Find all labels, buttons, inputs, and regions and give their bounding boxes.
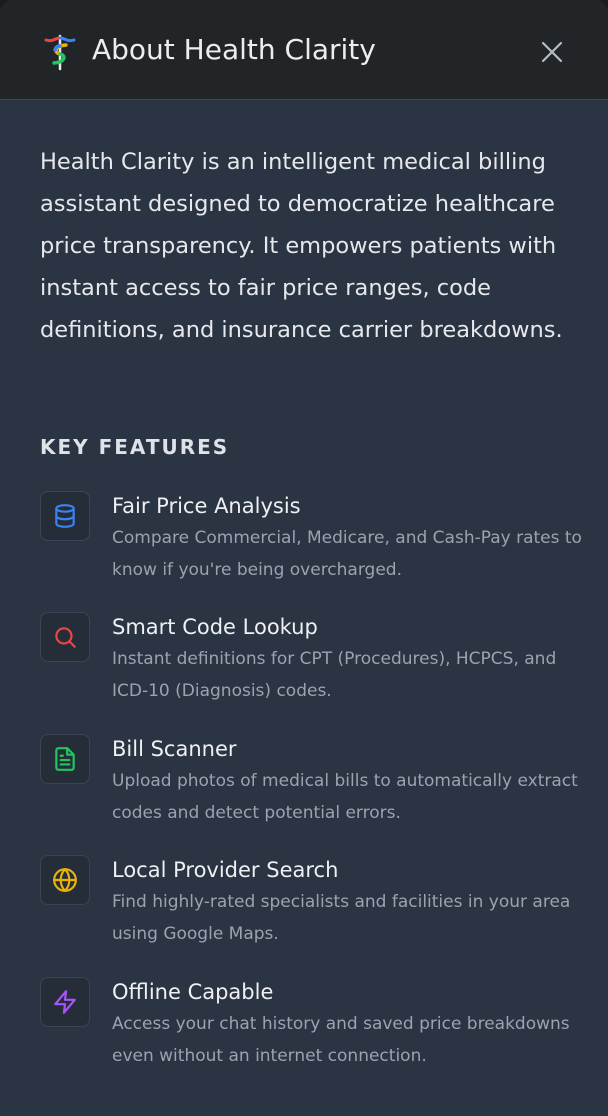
feature-description: Compare Commercial, Medicare, and Cash-P… (112, 528, 582, 580)
feature-description: Access your chat history and saved price… (112, 1014, 570, 1066)
feature-icon-box (40, 612, 90, 662)
database-icon (55, 504, 75, 528)
feature-title: Local Provider Search (112, 858, 339, 882)
feature-item-local-provider-search: Local Provider Search Find highly-rated … (40, 855, 580, 955)
feature-title: Offline Capable (112, 980, 274, 1004)
caduceus-logo-icon (44, 34, 76, 71)
close-icon (541, 41, 563, 63)
globe-icon (53, 868, 77, 892)
feature-icon-box (40, 977, 90, 1027)
feature-title: Fair Price Analysis (112, 494, 301, 518)
feature-description: Find highly-rated specialists and facili… (112, 892, 571, 944)
feature-description: Instant definitions for CPT (Procedures)… (112, 649, 557, 701)
feature-icon-box (40, 855, 90, 905)
feature-title: Bill Scanner (112, 737, 237, 761)
feature-item-offline-capable: Offline Capable Access your chat history… (40, 977, 580, 1077)
key-features-heading: KEY FEATURES (40, 435, 230, 459)
search-icon (55, 627, 76, 648)
dialog-title: About Health Clarity (92, 33, 376, 66)
feature-icon-box (40, 491, 90, 541)
feature-icon-box (40, 734, 90, 784)
dialog-header: About Health Clarity (0, 0, 608, 100)
about-dialog: About Health Clarity Health Clarity is a… (0, 0, 608, 1116)
feature-item-bill-scanner: Bill Scanner Upload photos of medical bi… (40, 734, 580, 834)
file-text-icon (55, 747, 75, 771)
intro-paragraph: Health Clarity is an intelligent medical… (40, 149, 563, 343)
feature-description: Upload photos of medical bills to automa… (112, 771, 578, 823)
feature-title: Smart Code Lookup (112, 615, 318, 639)
close-button[interactable] (532, 32, 572, 72)
feature-item-smart-code-lookup: Smart Code Lookup Instant definitions fo… (40, 612, 580, 712)
lightning-icon (54, 990, 76, 1014)
feature-item-fair-price-analysis: Fair Price Analysis Compare Commercial, … (40, 491, 582, 591)
